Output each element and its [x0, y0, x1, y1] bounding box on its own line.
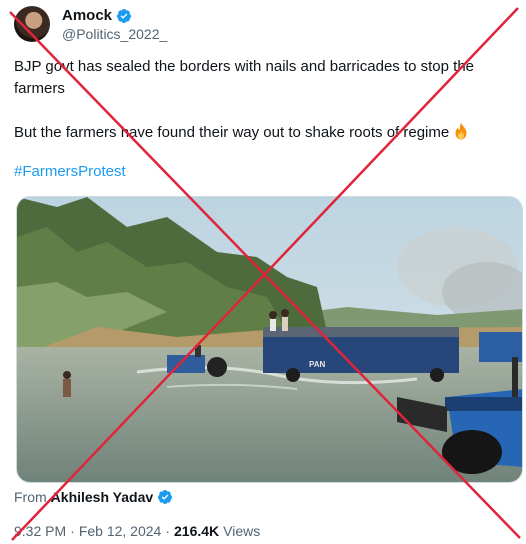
- meta-separator: ·: [70, 523, 75, 539]
- tweet-text-line1: BJP govt has sealed the borders with nai…: [14, 58, 474, 97]
- meta-separator-2: ·: [165, 523, 170, 539]
- fire-emoji-icon: [455, 122, 467, 140]
- views-label: Views: [223, 523, 261, 539]
- tractor-left: [167, 355, 205, 373]
- trailer-label: PAN: [309, 360, 326, 369]
- tweet-text-line2: But the farmers have found their way out…: [14, 122, 510, 144]
- author-handle[interactable]: @Politics_2022_: [62, 26, 167, 42]
- author-display-name[interactable]: Amock: [62, 7, 112, 24]
- tweet-card: Amock @Politics_2022_ BJP govt has seale…: [0, 0, 526, 544]
- video-frame: PAN: [17, 197, 522, 482]
- verified-badge-icon: [117, 8, 132, 23]
- tweet-meta: 9:32 PM · Feb 12, 2024 · 216.4K Views: [14, 523, 260, 539]
- tweet-text: BJP govt has sealed the borders with nai…: [14, 56, 510, 144]
- source-account-name[interactable]: Akhilesh Yadav: [51, 489, 153, 505]
- hashtag-link[interactable]: #FarmersProtest: [14, 163, 126, 180]
- trailer: [263, 333, 459, 373]
- tweet-time[interactable]: 9:32 PM: [14, 523, 66, 539]
- views-count: 216.4K: [174, 523, 220, 539]
- person-in-water: [63, 371, 71, 379]
- author-name-row: Amock: [62, 7, 132, 24]
- tweet-date[interactable]: Feb 12, 2024: [79, 523, 162, 539]
- tweet-text-line2-text: But the farmers have found their way out…: [14, 124, 450, 141]
- tweet-video[interactable]: PAN: [16, 196, 523, 483]
- from-label: From: [14, 489, 47, 505]
- video-source-row: From Akhilesh Yadav: [14, 489, 173, 505]
- author-avatar[interactable]: [14, 6, 50, 42]
- source-verified-badge-icon: [158, 490, 173, 504]
